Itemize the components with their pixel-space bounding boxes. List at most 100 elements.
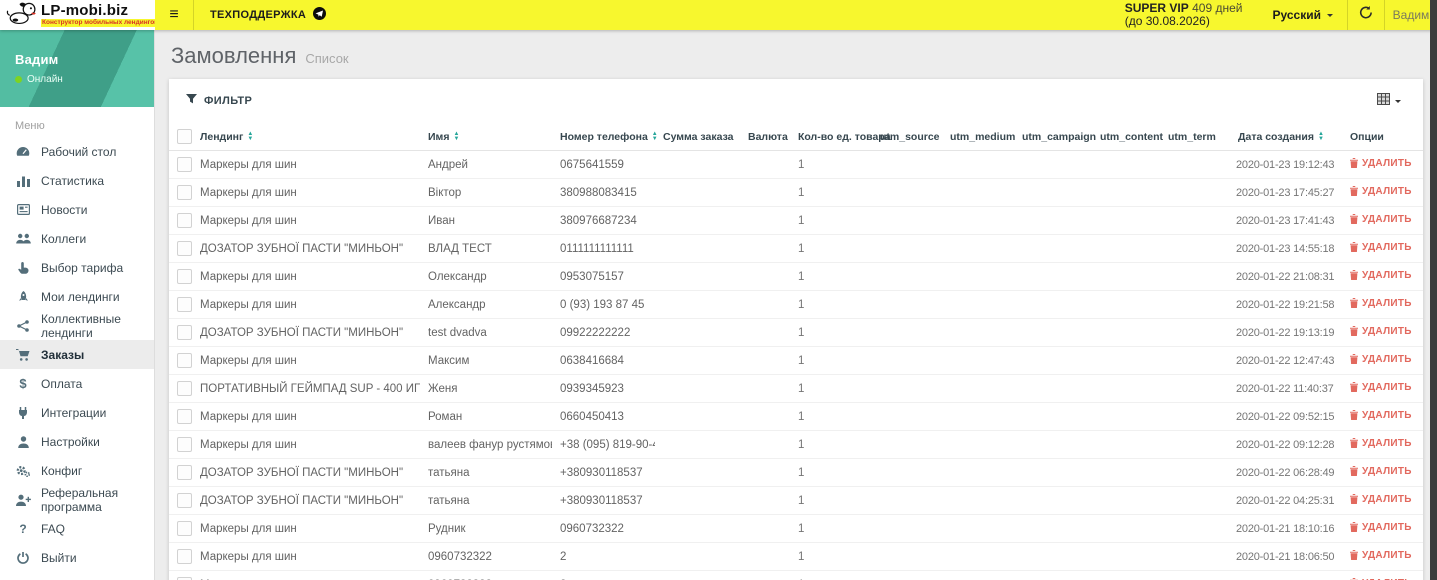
cell-options: УДАЛИТЬ	[1342, 542, 1423, 571]
row-checkbox[interactable]	[177, 213, 192, 228]
cell-utm-term	[1160, 318, 1230, 347]
table-row: Маркеры для шинвалеев фанур рустямович+3…	[169, 430, 1423, 459]
language-select[interactable]: Русский	[1259, 0, 1348, 30]
delete-button[interactable]: УДАЛИТЬ	[1350, 550, 1412, 561]
cell-utm-content	[1092, 514, 1160, 543]
sidebar-item-news[interactable]: Новости	[0, 195, 154, 224]
row-checkbox[interactable]	[177, 269, 192, 284]
sidebar-item-statistics[interactable]: Статистика	[0, 166, 154, 195]
sort-icon[interactable]: ▲ ▼	[453, 131, 459, 142]
row-checkbox[interactable]	[177, 297, 192, 312]
column-header-label: Кол-во ед. товара	[798, 130, 891, 143]
sidebar-item-payment[interactable]: $ Оплата	[0, 369, 154, 398]
delete-button[interactable]: УДАЛИТЬ	[1350, 326, 1412, 337]
cell-utm-medium	[942, 402, 1014, 431]
delete-button[interactable]: УДАЛИТЬ	[1350, 186, 1412, 197]
cell-utm-campaign	[1014, 290, 1092, 319]
cell-created: 2020-01-22 04:25:31	[1230, 486, 1342, 515]
select-all-checkbox[interactable]	[177, 129, 192, 144]
sidebar-item-settings[interactable]: Настройки	[0, 427, 154, 456]
table-row: Маркеры для шин09607323222 1 2020-01-21 18…	[169, 542, 1423, 571]
delete-button[interactable]: УДАЛИТЬ	[1350, 270, 1412, 281]
delete-button[interactable]: УДАЛИТЬ	[1350, 382, 1412, 393]
cell-utm-content	[1092, 206, 1160, 235]
sidebar-item-colleagues[interactable]: Коллеги	[0, 224, 154, 253]
row-checkbox[interactable]	[177, 325, 192, 340]
delete-button[interactable]: УДАЛИТЬ	[1350, 158, 1412, 169]
row-checkbox[interactable]	[177, 549, 192, 564]
logo[interactable]: LP-mobi.biz Конструктор мобильных лендин…	[0, 0, 160, 30]
filter-button[interactable]: ФИЛЬТР	[186, 94, 252, 108]
sort-icon[interactable]: ▲ ▼	[1318, 131, 1324, 142]
cell-utm-campaign	[1014, 206, 1092, 235]
cell-utm-content	[1092, 234, 1160, 263]
row-checkbox[interactable]	[177, 157, 192, 172]
support-button[interactable]: ТЕХПОДДЕРЖКА	[193, 0, 342, 30]
row-checkbox[interactable]	[177, 465, 192, 480]
cell-phone: 0953075157	[552, 262, 655, 291]
cell-currency	[740, 178, 790, 207]
cell-utm-term	[1160, 514, 1230, 543]
row-checkbox[interactable]	[177, 437, 192, 452]
column-header[interactable]: Номер телефона ▲ ▼	[552, 123, 658, 151]
row-checkbox[interactable]	[177, 493, 192, 508]
cell-sum	[655, 486, 740, 515]
menu-toggle-button[interactable]: ≡	[155, 0, 193, 30]
landing-icon	[15, 290, 31, 303]
delete-label: УДАЛИТЬ	[1362, 437, 1412, 449]
delete-button[interactable]: УДАЛИТЬ	[1350, 466, 1412, 477]
cell-landing: Маркеры для шин	[192, 206, 420, 235]
column-header[interactable]: Имя ▲ ▼	[420, 123, 552, 151]
column-header[interactable]: Лендинг ▲ ▼	[192, 123, 420, 151]
sidebar-item-label: Выбор тарифа	[41, 260, 124, 275]
sidebar-item-my-landings[interactable]: Мои лендинги	[0, 282, 154, 311]
cell-currency	[740, 318, 790, 347]
row-checkbox[interactable]	[177, 521, 192, 536]
delete-button[interactable]: УДАЛИТЬ	[1350, 354, 1412, 365]
cell-qty: 1	[790, 514, 872, 543]
row-checkbox[interactable]	[177, 381, 192, 396]
sidebar-item-label: Мои лендинги	[41, 289, 120, 304]
row-checkbox[interactable]	[177, 241, 192, 256]
sidebar-item-orders[interactable]: Заказы	[0, 340, 154, 369]
delete-button[interactable]: УДАЛИТЬ	[1350, 242, 1412, 253]
refresh-button[interactable]	[1347, 0, 1384, 30]
sidebar-item-logout[interactable]: Выйти	[0, 543, 154, 572]
cell-name: 0960732322	[420, 542, 552, 571]
sort-icon[interactable]: ▲ ▼	[652, 131, 658, 142]
row-checkbox[interactable]	[177, 353, 192, 368]
cell-name: татьяна	[420, 458, 552, 487]
sort-icon[interactable]: ▲ ▼	[247, 131, 253, 142]
cell-utm-source	[872, 402, 942, 431]
delete-button[interactable]: УДАЛИТЬ	[1350, 494, 1412, 505]
row-checkbox[interactable]	[177, 409, 192, 424]
table-row: ПОРТАТИВНЫЙ ГЕЙМПАД SUP - 400 ИГР В 1Жен…	[169, 374, 1423, 403]
cell-currency	[740, 514, 790, 543]
sidebar-item-referral[interactable]: Реферальная программа	[0, 485, 154, 514]
delete-button[interactable]: УДАЛИТЬ	[1350, 214, 1412, 225]
sidebar-menu: Рабочий стол Статистика Новости Коллеги Выбо…	[0, 137, 154, 572]
cell-sum	[655, 178, 740, 207]
sidebar-item-faq[interactable]: ? FAQ	[0, 514, 154, 543]
delete-button[interactable]: УДАЛИТЬ	[1350, 522, 1412, 533]
sidebar-item-label: Оплата	[41, 376, 83, 391]
columns-button[interactable]	[1377, 92, 1401, 110]
cell-utm-term	[1160, 430, 1230, 459]
sidebar-item-integrations[interactable]: Интеграции	[0, 398, 154, 427]
delete-button[interactable]: УДАЛИТЬ	[1350, 410, 1412, 421]
delete-button[interactable]: УДАЛИТЬ	[1350, 438, 1412, 449]
cell-sum	[655, 374, 740, 403]
sidebar-item-tariff[interactable]: Выбор тарифа	[0, 253, 154, 282]
sidebar-item-collective-landings[interactable]: Коллективные лендинги	[0, 311, 154, 340]
column-header[interactable]: Дата создания ▲ ▼	[1230, 123, 1342, 151]
cell-utm-campaign	[1014, 318, 1092, 347]
sidebar-item-label: Реферальная программа	[41, 485, 119, 514]
sidebar-item-config[interactable]: Конфиг	[0, 456, 154, 485]
sidebar-item-dashboard[interactable]: Рабочий стол	[0, 137, 154, 166]
cell-created: 2020-01-22 11:40:37	[1230, 374, 1342, 403]
delete-button[interactable]: УДАЛИТЬ	[1350, 298, 1412, 309]
row-checkbox[interactable]	[177, 185, 192, 200]
cell-utm-content	[1092, 570, 1160, 580]
scrollbar[interactable]	[1430, 0, 1437, 580]
cell-phone: 09922222222	[552, 318, 655, 347]
